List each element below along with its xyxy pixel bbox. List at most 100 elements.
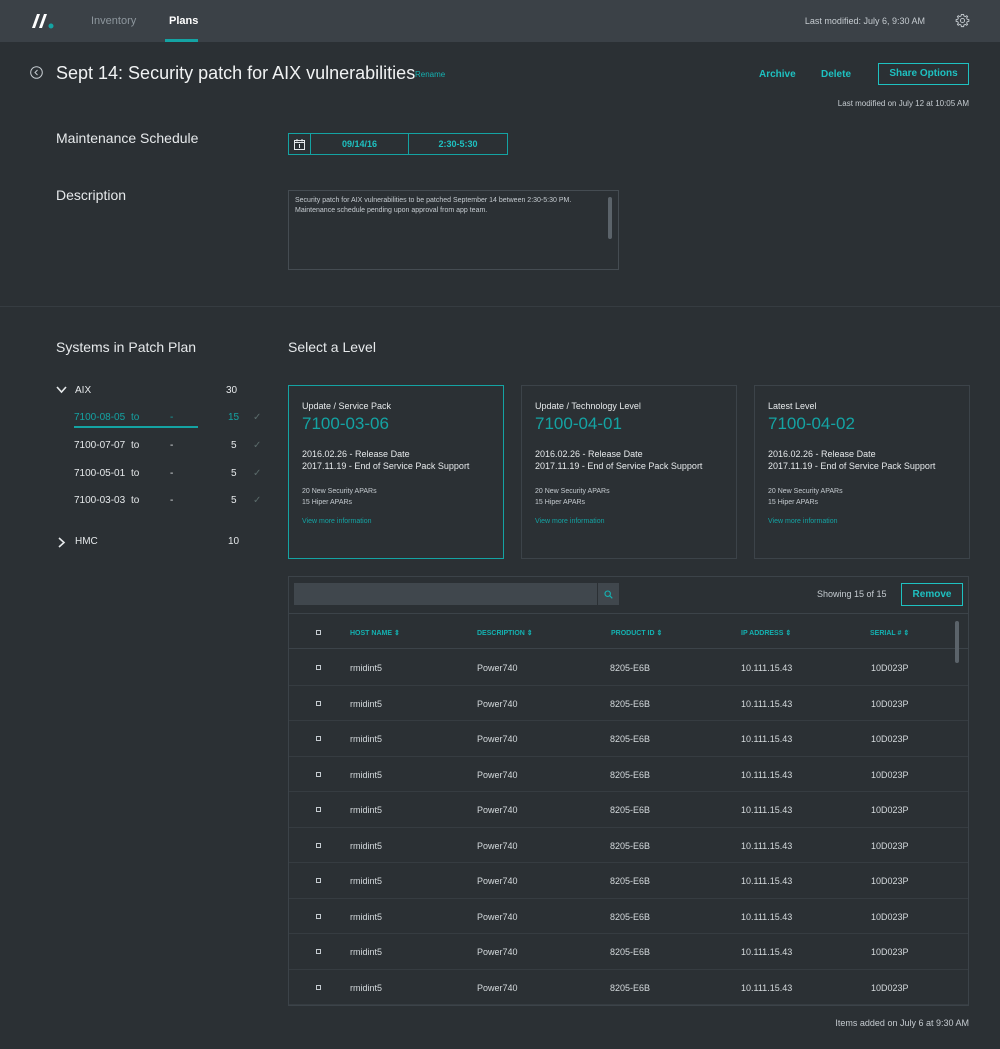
cell-description: Power740 bbox=[477, 840, 518, 851]
tree-group-aix[interactable]: AIX bbox=[75, 385, 91, 396]
security-apars: 20 New Security APARs bbox=[768, 488, 843, 495]
cell-product-id: 8205-E6B bbox=[610, 840, 651, 851]
gear-icon[interactable] bbox=[955, 13, 970, 28]
tree-item-level: 7100-05-01 bbox=[74, 468, 126, 479]
column-header-serial[interactable]: SERIAL # ⇕ bbox=[870, 629, 909, 637]
view-more-link[interactable]: View more information bbox=[302, 518, 490, 525]
tab-plans[interactable]: Plans bbox=[169, 15, 198, 27]
chevron-right-icon[interactable] bbox=[58, 537, 66, 548]
column-header-host-name[interactable]: HOST NAME ⇕ bbox=[350, 629, 400, 637]
security-apars: 20 New Security APARs bbox=[535, 488, 610, 495]
cell-host-name: rmidint5 bbox=[350, 734, 383, 744]
cell-product-id: 8205-E6B bbox=[610, 734, 651, 744]
search-input[interactable] bbox=[294, 583, 597, 605]
column-header-product-id[interactable]: PRODUCT ID ⇕ bbox=[611, 629, 662, 637]
table-row[interactable]: rmidint5 Power740 8205-E6B 10.111.15.43 10D0… bbox=[289, 792, 968, 828]
row-checkbox[interactable] bbox=[316, 913, 321, 919]
cell-product-id: 8205-E6B bbox=[610, 947, 651, 957]
share-options-button[interactable]: Share Options bbox=[878, 63, 969, 85]
sort-icon: ⇕ bbox=[656, 630, 663, 637]
tree-item-level: 7100-07-07 bbox=[74, 440, 126, 451]
tree-item-target: - bbox=[170, 495, 174, 506]
description-textarea[interactable]: Security patch for AIX vulnerabilities t… bbox=[288, 190, 619, 270]
table-row[interactable]: rmidint5 Power740 8205-E6B 10.111.15.43 10D0… bbox=[289, 863, 968, 899]
app-logo-icon[interactable] bbox=[31, 12, 55, 30]
calendar-icon[interactable] bbox=[289, 134, 311, 154]
tree-item[interactable]: 7100-05-01 to - 5 ✓ bbox=[74, 468, 261, 484]
level-card-technology-level[interactable]: Update / Technology Level 7100-04-01 201… bbox=[521, 385, 737, 559]
level-card-service-pack[interactable]: Update / Service Pack 7100-03-06 2016.02… bbox=[288, 385, 504, 559]
description-scrollbar[interactable] bbox=[608, 197, 612, 239]
row-checkbox[interactable] bbox=[316, 736, 321, 741]
schedule-time-field[interactable]: 2:30-5:30 bbox=[409, 134, 507, 154]
delete-button[interactable]: Delete bbox=[821, 69, 851, 80]
security-apars: 20 New Security APARs bbox=[302, 488, 377, 495]
cell-ip-address: 10.111.15.43 bbox=[741, 734, 793, 744]
table-row[interactable]: rmidint5 Power740 8205-E6B 10.111.15.43 10D0… bbox=[289, 757, 968, 792]
tree-item-count: 5 bbox=[231, 468, 237, 479]
table-row[interactable]: rmidint5 Power740 8205-E6B 10.111.15.43 10D0… bbox=[289, 899, 968, 934]
showing-count: Showing 15 of 15 bbox=[817, 589, 887, 599]
column-header-description[interactable]: DESCRIPTION ⇕ bbox=[477, 629, 533, 637]
cell-product-id: 8205-E6B bbox=[610, 698, 651, 709]
cell-description: Power740 bbox=[477, 982, 518, 993]
schedule-date-field[interactable]: 09/14/16 bbox=[311, 134, 409, 154]
tree-item-to: to bbox=[131, 440, 140, 451]
hiper-apars: 15 Hiper APARs bbox=[768, 499, 819, 506]
level-version: 7100-03-06 bbox=[302, 414, 389, 433]
level-type: Update / Service Pack bbox=[302, 401, 392, 411]
select-all-checkbox[interactable] bbox=[316, 630, 321, 635]
table-row[interactable]: rmidint5 Power740 8205-E6B 10.111.15.43 10D0… bbox=[289, 721, 968, 757]
cell-description: Power740 bbox=[477, 805, 518, 815]
cell-product-id: 8205-E6B bbox=[610, 663, 651, 673]
row-checkbox[interactable] bbox=[316, 949, 321, 954]
search-icon[interactable] bbox=[598, 583, 619, 605]
back-arrow-icon[interactable] bbox=[30, 66, 43, 79]
view-more-link[interactable]: View more information bbox=[535, 518, 723, 525]
level-card-latest-level[interactable]: Latest Level 7100-04-02 2016.02.26 - Rel… bbox=[754, 385, 970, 559]
table-row[interactable]: rmidint5 Power740 8205-E6B 10.111.15.43 10D0… bbox=[289, 686, 968, 721]
cell-ip-address: 10.111.15.43 bbox=[741, 840, 793, 851]
row-checkbox[interactable] bbox=[316, 878, 321, 883]
description-label: Description bbox=[56, 187, 127, 203]
table-row[interactable]: rmidint5 Power740 8205-E6B 10.111.15.43 10D0… bbox=[289, 828, 968, 863]
column-header-ip-address[interactable]: IP ADDRESS ⇕ bbox=[741, 629, 791, 637]
top-nav-bar: Inventory Plans Last modified: July 6, 9… bbox=[0, 0, 1000, 42]
row-checkbox[interactable] bbox=[316, 771, 321, 777]
sort-icon: ⇕ bbox=[526, 630, 533, 637]
cell-ip-address: 10.111.15.43 bbox=[741, 698, 793, 709]
table-row[interactable]: rmidint5 Power740 8205-E6B 10.111.15.43 10D0… bbox=[289, 650, 968, 686]
cell-ip-address: 10.111.15.43 bbox=[741, 663, 793, 673]
row-checkbox[interactable] bbox=[316, 807, 321, 812]
chevron-down-icon[interactable] bbox=[56, 386, 67, 394]
cell-serial: 10D023P bbox=[871, 911, 909, 922]
tab-inventory[interactable]: Inventory bbox=[91, 15, 136, 27]
level-version: 7100-04-01 bbox=[535, 414, 622, 433]
active-tab-indicator bbox=[165, 39, 198, 42]
cell-serial: 10D023P bbox=[871, 698, 909, 709]
row-checkbox[interactable] bbox=[316, 700, 321, 706]
table-header: HOST NAME ⇕ DESCRIPTION ⇕ PRODUCT ID ⇕ I… bbox=[289, 613, 968, 649]
cell-serial: 10D023P bbox=[871, 982, 909, 993]
level-type: Update / Technology Level bbox=[535, 401, 641, 411]
tree-group-hmc[interactable]: HMC bbox=[75, 536, 98, 547]
view-more-link[interactable]: View more information bbox=[768, 518, 956, 525]
cell-host-name: rmidint5 bbox=[350, 769, 383, 780]
table-row[interactable]: rmidint5 Power740 8205-E6B 10.111.15.43 10D0… bbox=[289, 934, 968, 970]
remove-button[interactable]: Remove bbox=[901, 583, 963, 606]
row-checkbox[interactable] bbox=[316, 984, 321, 990]
archive-button[interactable]: Archive bbox=[759, 69, 796, 80]
tree-item-level: 7100-03-03 bbox=[74, 495, 126, 506]
tree-item[interactable]: 7100-07-07 to - 5 ✓ bbox=[74, 440, 261, 456]
cell-host-name: rmidint5 bbox=[350, 840, 383, 851]
select-level-label: Select a Level bbox=[288, 339, 376, 355]
items-added-note: Items added on July 6 at 9:30 AM bbox=[835, 1018, 969, 1028]
row-checkbox[interactable] bbox=[316, 665, 321, 670]
cell-host-name: rmidint5 bbox=[350, 805, 383, 815]
table-row[interactable]: rmidint5 Power740 8205-E6B 10.111.15.43 10D0… bbox=[289, 970, 968, 1005]
hiper-apars: 15 Hiper APARs bbox=[302, 499, 353, 506]
row-checkbox[interactable] bbox=[316, 842, 321, 848]
tree-item-target: - bbox=[170, 440, 174, 451]
rename-link[interactable]: Rename bbox=[415, 70, 445, 79]
tree-item[interactable]: 7100-03-03 to - 5 ✓ bbox=[74, 495, 261, 511]
